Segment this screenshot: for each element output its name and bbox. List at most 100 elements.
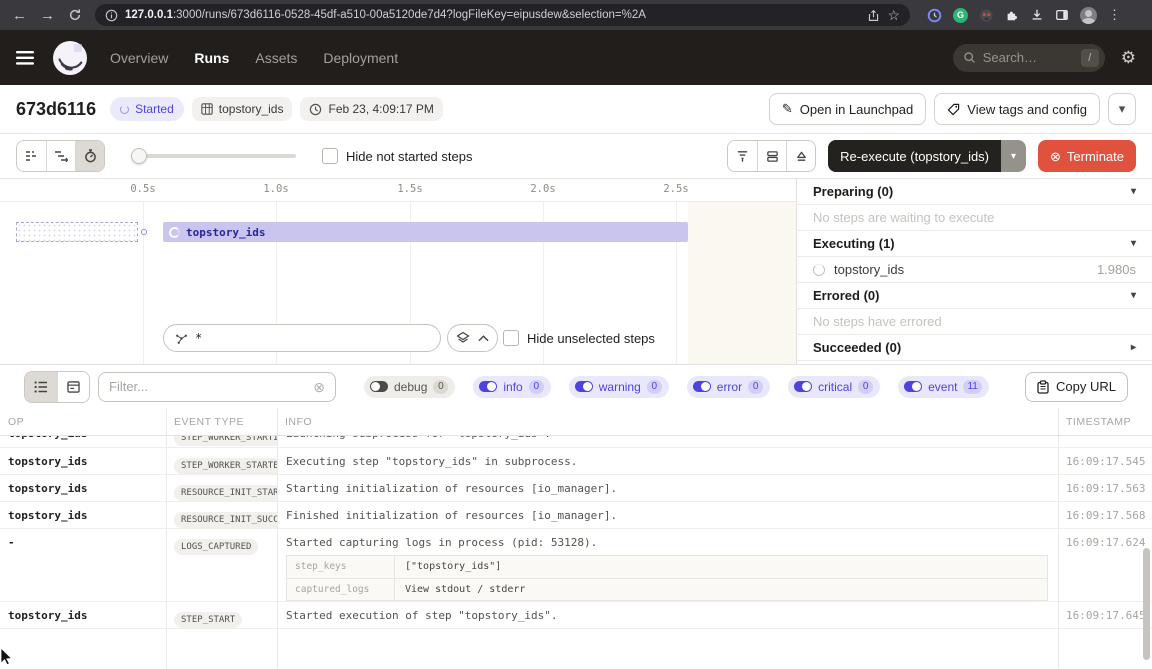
search-input[interactable]: Search… / [953, 44, 1105, 72]
extension-skull-icon[interactable] [979, 8, 994, 23]
eject-top-button[interactable] [786, 141, 815, 171]
dagster-logo[interactable] [52, 40, 88, 76]
extensions-puzzle-icon[interactable] [1005, 8, 1019, 22]
level-toggle-info[interactable]: info0 [473, 376, 550, 398]
terminate-button[interactable]: ⊗ Terminate [1038, 140, 1136, 172]
log-row[interactable]: - LOGS_CAPTURED Started capturing logs i… [0, 529, 1152, 602]
log-row[interactable]: topstory_ids STEP_WORKER_STARTED Executi… [0, 448, 1152, 475]
log-row[interactable]: topstory_ids STEP_START Started executio… [0, 602, 1152, 629]
level-toggle-debug[interactable]: debug0 [364, 376, 455, 398]
forward-icon[interactable]: → [40, 8, 55, 23]
level-count: 11 [963, 380, 981, 394]
hide-unselected-checkbox[interactable] [503, 330, 519, 346]
run-more-actions-button[interactable]: ▾ [1108, 93, 1136, 125]
timestamp-cell[interactable]: 16:09:17.645 [1058, 602, 1152, 628]
spinner-icon [120, 105, 129, 114]
event-type-badge: RESOURCE_INIT_SUCC… [174, 512, 277, 528]
time-tag-label: Feb 23, 4:09:17 PM [328, 102, 433, 116]
section-executing[interactable]: Executing (1) ▾ [797, 231, 1152, 257]
back-icon[interactable]: ← [12, 8, 27, 23]
level-label: warning [599, 380, 641, 394]
terminate-label: Terminate [1067, 149, 1124, 164]
timestamp-cell[interactable]: 16:09:17.563 [1058, 475, 1152, 501]
collapse-rows-button[interactable] [757, 141, 786, 171]
gridline [143, 201, 144, 364]
level-label: error [717, 380, 742, 394]
section-preparing[interactable]: Preparing (0) ▾ [797, 179, 1152, 205]
share-icon[interactable] [867, 9, 880, 22]
executing-step-row[interactable]: topstory_ids 1.980s [797, 257, 1152, 283]
bookmark-star-icon[interactable]: ☆ [887, 8, 900, 22]
log-row[interactable]: topstory_ids RESOURCE_INIT_STAR… Startin… [0, 475, 1152, 502]
log-filter-field[interactable] [109, 379, 305, 394]
selector-value[interactable] [195, 331, 429, 345]
level-label: critical [818, 380, 852, 394]
layers-icon[interactable] [456, 331, 470, 345]
log-row[interactable]: topstory_ids STEP_WORKER_STARTI… Launchi… [0, 436, 1152, 448]
open-launchpad-button[interactable]: ✎ Open in Launchpad [769, 93, 926, 125]
level-count: 0 [748, 380, 763, 394]
toggle-switch [575, 381, 593, 392]
filter-funnel-button[interactable] [728, 141, 757, 171]
zoom-slider[interactable] [131, 154, 296, 158]
event-type-badge: LOGS_CAPTURED [174, 539, 258, 555]
menu-icon[interactable] [16, 51, 34, 65]
url-bar[interactable]: 127.0.0.1:3000/runs/673d6116-0528-45df-a… [95, 4, 910, 26]
search-icon [963, 51, 976, 64]
search-placeholder: Search… [983, 50, 1074, 65]
timestamp-cell[interactable]: 16:09:17.624 [1058, 529, 1152, 601]
clear-filter-icon[interactable]: ⊗ [313, 380, 325, 394]
flat-view-button[interactable] [17, 141, 46, 171]
log-metadata-table: step_keys ["topstory_ids"] captured_logs… [286, 555, 1048, 601]
section-errored[interactable]: Errored (0) ▾ [797, 283, 1152, 309]
view-tags-config-button[interactable]: View tags and config [934, 93, 1100, 125]
reexecute-dropdown-button[interactable]: ▾ [1001, 140, 1026, 172]
timestamp-cell[interactable]: 16:09:17.568 [1058, 502, 1152, 528]
vertical-scrollbar-thumb[interactable] [1143, 548, 1150, 660]
level-toggle-error[interactable]: error 0 [687, 376, 770, 398]
chevron-up-icon[interactable] [478, 335, 489, 342]
time-tag[interactable]: Feb 23, 4:09:17 PM [300, 97, 442, 121]
level-toggle-critical[interactable]: critical0 [788, 376, 880, 398]
info-cell: Finished initialization of resources [io… [277, 502, 1058, 528]
browser-menu-icon[interactable]: ⋮ [1108, 7, 1121, 23]
settings-gear-icon[interactable]: ⚙ [1121, 48, 1136, 68]
sidebar-panel-icon[interactable] [1055, 8, 1069, 22]
reexecute-button[interactable]: Re-execute (topstory_ids) [828, 140, 1001, 172]
log-list-view-button[interactable] [25, 372, 57, 402]
download-icon[interactable] [1030, 8, 1044, 22]
log-row[interactable]: topstory_ids RESOURCE_INIT_SUCC… Finishe… [0, 502, 1152, 529]
nav-item-overview[interactable]: Overview [110, 50, 168, 66]
job-tag[interactable]: topstory_ids [192, 97, 293, 121]
zoom-slider-knob[interactable] [131, 148, 147, 164]
timestamp-cell[interactable]: 16:09:17.545 [1058, 448, 1152, 474]
browser-profile-avatar[interactable] [1080, 7, 1097, 24]
captured-logs-link[interactable]: View stdout / stderr [395, 579, 1047, 600]
waterfall-view-button[interactable] [46, 141, 75, 171]
log-filter-input[interactable]: ⊗ [98, 372, 336, 402]
info-cell: Executing step "topstory_ids" in subproc… [277, 448, 1058, 474]
log-structured-view-button[interactable] [57, 372, 89, 402]
copy-url-label: Copy URL [1056, 379, 1116, 394]
section-succeeded[interactable]: Succeeded (0) ▸ [797, 335, 1152, 361]
reload-icon[interactable] [68, 8, 82, 22]
extension-clock-icon[interactable] [927, 8, 942, 23]
hide-not-started-checkbox[interactable] [322, 148, 338, 164]
extension-grammarly-icon[interactable]: G [953, 8, 968, 23]
hide-not-started-control: Hide not started steps [322, 148, 472, 164]
gantt-step-bar[interactable]: topstory_ids [163, 222, 688, 242]
log-level-filters: debug0 info0 warning0 error 0 critical0 e… [364, 376, 989, 398]
step-selector-input[interactable] [163, 324, 441, 352]
level-toggle-event[interactable]: event11 [898, 376, 989, 398]
timed-view-button[interactable] [75, 141, 104, 171]
section-title: Executing (1) [813, 236, 895, 251]
nav-item-assets[interactable]: Assets [255, 50, 297, 66]
toggle-switch [370, 381, 388, 392]
nav-item-runs[interactable]: Runs [194, 50, 229, 66]
nav-item-deployment[interactable]: Deployment [323, 50, 398, 66]
run-header: 673d6116 Started topstory_ids Feb 23, 4:… [0, 85, 1152, 133]
clipboard-icon [1037, 380, 1049, 394]
copy-url-button[interactable]: Copy URL [1025, 372, 1128, 402]
level-toggle-warning[interactable]: warning0 [569, 376, 669, 398]
site-info-icon[interactable] [105, 9, 118, 22]
